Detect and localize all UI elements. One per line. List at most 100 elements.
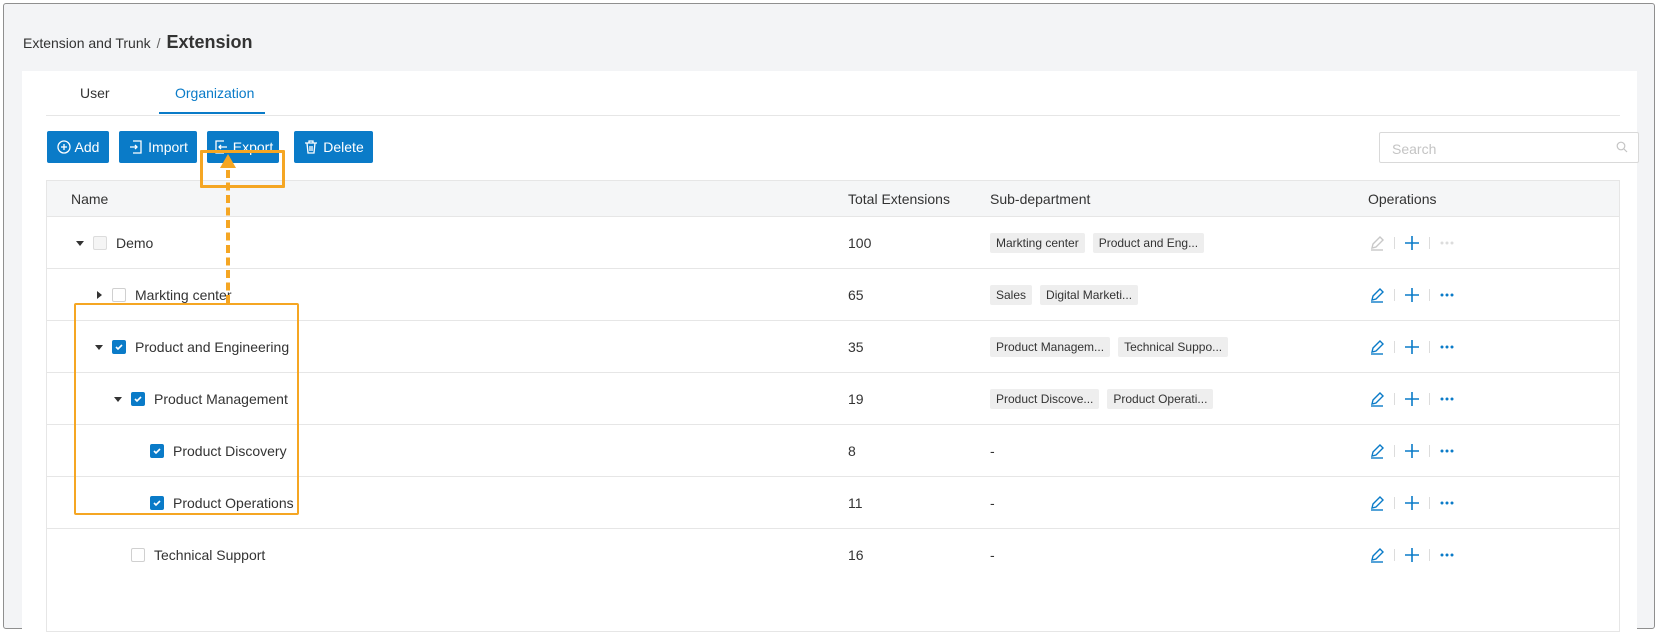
column-header-ops: Operations [1368, 191, 1437, 207]
export-highlight-box [200, 150, 285, 188]
sub-department-cell: - [990, 425, 995, 477]
caret-down-icon[interactable] [73, 236, 87, 250]
sub-department-cell: - [990, 529, 995, 581]
more-icon[interactable] [1437, 337, 1457, 357]
add-sub-department-icon[interactable] [1402, 233, 1422, 253]
search-icon[interactable] [1616, 141, 1628, 153]
delete-button-label: Delete [323, 139, 364, 155]
callout-arrow-icon [220, 154, 236, 168]
more-icon[interactable] [1437, 285, 1457, 305]
total-extensions: 65 [848, 287, 864, 303]
total-extensions: 11 [848, 495, 863, 511]
add-button-label: Add [74, 139, 100, 155]
empty-placeholder: - [990, 547, 995, 563]
row-checkbox[interactable] [131, 548, 145, 562]
operations-cell [1367, 425, 1457, 477]
import-button-label: Import [148, 139, 188, 155]
column-header-total: Total Extensions [848, 191, 950, 207]
total-extensions: 8 [848, 443, 856, 459]
edit-icon[interactable] [1367, 233, 1387, 253]
empty-placeholder: - [990, 443, 995, 459]
ops-divider [1394, 445, 1395, 457]
column-header-sub: Sub-department [990, 191, 1091, 207]
more-icon[interactable] [1437, 233, 1457, 253]
delete-button[interactable]: Delete [294, 131, 373, 163]
plus-circle-icon [56, 140, 71, 154]
selection-highlight-box [74, 303, 299, 515]
sub-department-cell: Markting center Product and Eng... [990, 217, 1212, 269]
edit-icon[interactable] [1367, 285, 1387, 305]
ops-divider [1394, 497, 1395, 509]
caret-spacer [111, 548, 125, 562]
ops-divider [1429, 393, 1430, 405]
page-title: Extension [166, 32, 253, 52]
callout-dashed-line [226, 170, 230, 303]
operations-cell [1367, 529, 1457, 581]
edit-icon[interactable] [1367, 545, 1387, 565]
sub-department-tag: Product Managem... [990, 337, 1111, 357]
department-name: Technical Support [154, 547, 266, 563]
breadcrumb-parent[interactable]: Extension and Trunk [23, 35, 151, 51]
department-name: Markting center [135, 287, 232, 303]
add-sub-department-icon[interactable] [1402, 337, 1422, 357]
active-tab-indicator [159, 112, 265, 114]
add-button[interactable]: Add [47, 131, 109, 163]
total-extensions: 19 [848, 391, 864, 407]
add-sub-department-icon[interactable] [1402, 285, 1422, 305]
operations-cell [1367, 269, 1457, 321]
ops-divider [1429, 497, 1430, 509]
more-icon[interactable] [1437, 493, 1457, 513]
more-icon[interactable] [1437, 389, 1457, 409]
caret-right-icon[interactable] [92, 288, 106, 302]
trash-icon [305, 140, 318, 154]
row-checkbox[interactable] [93, 236, 107, 250]
sub-department-cell: Product Managem... Technical Suppo... [990, 321, 1236, 373]
add-sub-department-icon[interactable] [1402, 389, 1422, 409]
ops-divider [1429, 237, 1430, 249]
search-input[interactable] [1390, 133, 1614, 164]
ops-divider [1394, 341, 1395, 353]
search-box [1379, 132, 1639, 164]
add-sub-department-icon[interactable] [1402, 493, 1422, 513]
edit-icon[interactable] [1367, 389, 1387, 409]
table-row: Demo 100 Markting center Product and Eng... [47, 217, 1619, 269]
sub-department-tag: Markting center [990, 233, 1085, 253]
import-icon [130, 140, 142, 154]
sub-department-cell: Sales Digital Marketi... [990, 269, 1146, 321]
ops-divider [1394, 289, 1395, 301]
more-icon[interactable] [1437, 441, 1457, 461]
ops-divider [1429, 341, 1430, 353]
department-name: Demo [116, 235, 154, 251]
tab-user[interactable]: User [80, 85, 110, 101]
sub-department-tag: Digital Marketi... [1040, 285, 1139, 305]
add-sub-department-icon[interactable] [1402, 441, 1422, 461]
row-checkbox[interactable] [112, 288, 126, 302]
edit-icon[interactable] [1367, 441, 1387, 461]
sub-department-tag: Sales [990, 285, 1033, 305]
operations-cell [1367, 373, 1457, 425]
ops-divider [1429, 445, 1430, 457]
edit-icon[interactable] [1367, 493, 1387, 513]
breadcrumb-separator: / [156, 35, 161, 51]
sub-department-cell: Product Discove... Product Operati... [990, 373, 1221, 425]
more-icon[interactable] [1437, 545, 1457, 565]
edit-icon[interactable] [1367, 337, 1387, 357]
name-cell: Demo [73, 217, 153, 269]
sub-department-tag: Technical Suppo... [1118, 337, 1229, 357]
table-row: Technical Support 16 - [47, 529, 1619, 581]
tab-organization[interactable]: Organization [175, 85, 254, 101]
sub-department-tag: Product Operati... [1107, 389, 1214, 409]
add-sub-department-icon[interactable] [1402, 545, 1422, 565]
operations-cell [1367, 217, 1457, 269]
tab-bar: User Organization [46, 71, 1620, 116]
name-cell: Technical Support [111, 529, 265, 581]
ops-divider [1429, 289, 1430, 301]
import-button[interactable]: Import [119, 131, 197, 163]
ops-divider [1394, 237, 1395, 249]
empty-placeholder: - [990, 495, 995, 511]
column-header-name: Name [71, 191, 109, 207]
operations-cell [1367, 321, 1457, 373]
total-extensions: 16 [848, 547, 864, 563]
operations-cell [1367, 477, 1457, 529]
sub-department-tag: Product and Eng... [1092, 233, 1205, 253]
